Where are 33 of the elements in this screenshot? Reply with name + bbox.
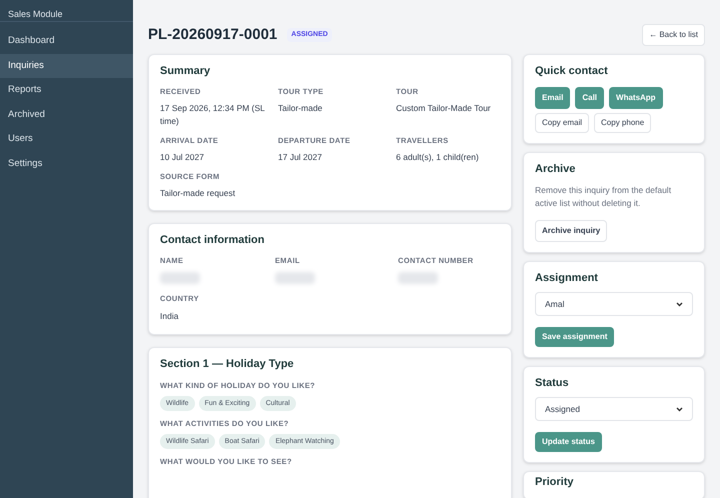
field-value: India: [160, 310, 180, 322]
card-title: Assignment: [535, 271, 599, 285]
chevron-down-icon: [676, 406, 683, 412]
card-title: Section 1 — Holiday Type: [160, 357, 295, 371]
nav-item[interactable]: Archived: [0, 102, 133, 127]
card-title: Summary: [160, 64, 212, 78]
field-value: Custom Tailor-Made Tour: [396, 102, 492, 115]
archive-button[interactable]: Archive inquiry: [535, 220, 608, 242]
field-value: 10 Jul 2027: [160, 151, 205, 164]
nav-item[interactable]: Users: [0, 127, 133, 152]
back-button[interactable]: ← Back to list: [642, 24, 705, 46]
card-title: Contact information: [160, 233, 266, 247]
assignee-select[interactable]: Amal: [535, 292, 693, 316]
app-title: Sales Module: [8, 9, 63, 19]
chevron-down-icon: [676, 302, 683, 306]
nav-item[interactable]: Settings: [0, 152, 133, 176]
field-value: 17 Sep 2026, 12:34 PM (SL time): [160, 102, 266, 128]
nav-item[interactable]: Dashboard: [0, 29, 133, 54]
card-title: Priority: [535, 475, 575, 489]
field-value: Tailor-made request: [160, 187, 236, 200]
field-value: 17 Jul 2027: [278, 151, 323, 164]
nav-item[interactable]: Inquiries: [0, 54, 133, 78]
field-value: Tailor-made: [278, 102, 324, 115]
copy-button[interactable]: Copy email: [535, 113, 590, 133]
nav-item[interactable]: Reports: [0, 78, 133, 102]
archive-description: Remove this inquiry from the default active list without deleting it.: [535, 184, 672, 210]
card-title: Status: [535, 376, 570, 390]
copy-button[interactable]: Copy phone: [594, 113, 652, 133]
status-select[interactable]: Assigned: [535, 397, 693, 421]
inquiry-reference: PL-20260917-0001: [148, 24, 278, 45]
card-title: Quick contact: [535, 64, 609, 78]
card-title: Archive: [535, 162, 576, 176]
field-value: 6 adult(s), 1 child(ren): [396, 151, 480, 164]
